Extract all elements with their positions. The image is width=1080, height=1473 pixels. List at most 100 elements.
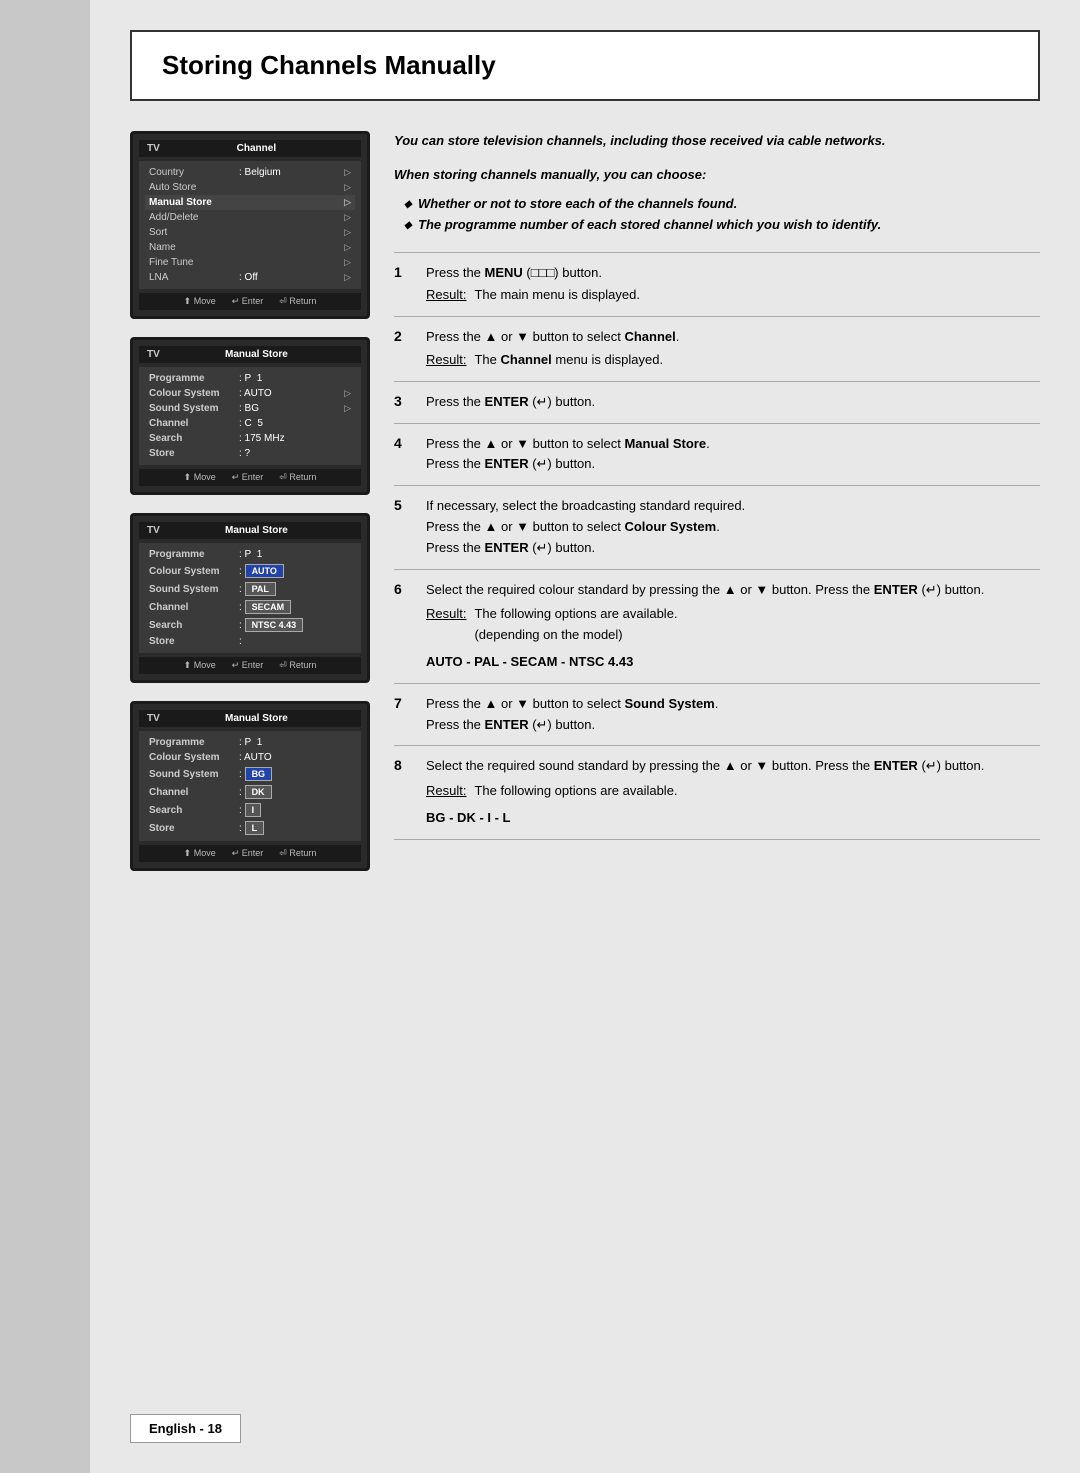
tv-footer-4: ⬆ Move ↵ Enter ⏎ Return	[139, 845, 361, 862]
tv-row: Colour System : AUTO	[145, 562, 355, 580]
step-6: 6 Select the required colour standard by…	[394, 569, 1040, 683]
step-number: 6	[394, 580, 414, 673]
tv-screen-4: TV Manual Store Programme : P 1 Colour S…	[130, 701, 370, 871]
step-number: 2	[394, 327, 414, 371]
tv-row: Auto Store ▷	[145, 180, 355, 195]
result-label: Result:	[426, 350, 466, 371]
colour-option-pal: PAL	[245, 582, 276, 596]
colour-options: AUTO - PAL - SECAM - NTSC 4.43	[426, 652, 1040, 673]
tv-row: Store :	[145, 634, 355, 649]
step-3: 3 Press the ENTER (↵) button.	[394, 381, 1040, 423]
tv-body-2: Programme : P 1 Colour System : AUTO ▷ S…	[139, 367, 361, 465]
step-content: Select the required sound standard by pr…	[426, 756, 1040, 828]
sound-option-l: L	[245, 821, 265, 835]
intro-text: You can store television channels, inclu…	[394, 131, 1040, 151]
tv-row: Programme : P 1	[145, 735, 355, 750]
step-content: Select the required colour standard by p…	[426, 580, 1040, 673]
instructions-column: You can store television channels, inclu…	[394, 131, 1040, 871]
tv-header-4: TV Manual Store	[139, 710, 361, 727]
two-column-layout: TV Channel Country : Belgium ▷ Auto Stor…	[130, 131, 1040, 871]
tv-body-1: Country : Belgium ▷ Auto Store ▷ Manual …	[139, 161, 361, 289]
tv-row: Colour System : AUTO	[145, 750, 355, 765]
tv-row-selected: Manual Store ▷	[145, 195, 355, 210]
tv-row: Channel : DK	[145, 783, 355, 801]
sound-option-i: I	[245, 803, 262, 817]
tv-row: Channel : C 5	[145, 416, 355, 431]
page-footer: English - 18	[130, 1414, 241, 1443]
colour-option-secam: SECAM	[245, 600, 292, 614]
title-box: Storing Channels Manually	[130, 30, 1040, 101]
tv-row: Search : NTSC 4.43	[145, 616, 355, 634]
step-1: 1 Press the MENU (□□□) button. Result: T…	[394, 252, 1040, 317]
step-number: 5	[394, 496, 414, 558]
step-number: 4	[394, 434, 414, 476]
tv-row: Search : 175 MHz	[145, 431, 355, 446]
menu-title-2: Manual Store	[160, 349, 353, 360]
tv-row: Store : L	[145, 819, 355, 837]
bullet-item: Whether or not to store each of the chan…	[404, 194, 1040, 215]
tv-row: Programme : P 1	[145, 371, 355, 386]
tv-row: Fine Tune ▷	[145, 255, 355, 270]
tv-label-3: TV	[147, 525, 160, 536]
tv-row: Store : ?	[145, 446, 355, 461]
tv-header-2: TV Manual Store	[139, 346, 361, 363]
bullet-list: Whether or not to store each of the chan…	[394, 194, 1040, 236]
left-sidebar	[0, 0, 90, 1473]
bullet-item: The programme number of each stored chan…	[404, 215, 1040, 236]
step-number: 1	[394, 263, 414, 307]
tv-footer-3: ⬆ Move ↵ Enter ⏎ Return	[139, 657, 361, 674]
step-number: 3	[394, 392, 414, 413]
tv-row: Colour System : AUTO ▷	[145, 386, 355, 401]
menu-title-3: Manual Store	[160, 525, 353, 536]
step-content: Press the MENU (□□□) button. Result: The…	[426, 263, 1040, 307]
tv-header-1: TV Channel	[139, 140, 361, 157]
step-content: Press the ▲ or ▼ button to select Sound …	[426, 694, 1040, 736]
tv-footer-1: ⬆ Move ↵ Enter ⏎ Return	[139, 293, 361, 310]
step-4: 4 Press the ▲ or ▼ button to select Manu…	[394, 423, 1040, 486]
screens-column: TV Channel Country : Belgium ▷ Auto Stor…	[130, 131, 370, 871]
step-7: 7 Press the ▲ or ▼ button to select Soun…	[394, 683, 1040, 746]
tv-label-4: TV	[147, 713, 160, 724]
page-number: English - 18	[149, 1421, 222, 1436]
step-number: 8	[394, 756, 414, 828]
tv-footer-2: ⬆ Move ↵ Enter ⏎ Return	[139, 469, 361, 486]
tv-row: Sort ▷	[145, 225, 355, 240]
result-text: The Channel menu is displayed.	[474, 350, 663, 371]
result-text: The following options are available.(dep…	[474, 604, 677, 646]
step-5: 5 If necessary, select the broadcasting …	[394, 485, 1040, 568]
step-8: 8 Select the required sound standard by …	[394, 745, 1040, 839]
steps-list: 1 Press the MENU (□□□) button. Result: T…	[394, 252, 1040, 840]
result-text: The following options are available.	[474, 781, 677, 802]
sound-options: BG - DK - I - L	[426, 808, 1040, 829]
tv-row: Search : I	[145, 801, 355, 819]
step-number: 7	[394, 694, 414, 736]
colour-option-ntsc: NTSC 4.43	[245, 618, 304, 632]
tv-row: Name ▷	[145, 240, 355, 255]
colour-option-auto: AUTO	[245, 564, 284, 578]
tv-row: Sound System : BG ▷	[145, 401, 355, 416]
tv-row: Sound System : BG	[145, 765, 355, 783]
result-label: Result:	[426, 604, 466, 646]
step-2: 2 Press the ▲ or ▼ button to select Chan…	[394, 316, 1040, 381]
tv-label-2: TV	[147, 349, 160, 360]
tv-screen-3: TV Manual Store Programme : P 1 Colour S…	[130, 513, 370, 683]
tv-screen-2: TV Manual Store Programme : P 1 Colour S…	[130, 337, 370, 495]
tv-row: LNA : Off ▷	[145, 270, 355, 285]
result-label: Result:	[426, 285, 466, 306]
step-content: Press the ▲ or ▼ button to select Manual…	[426, 434, 1040, 476]
step-content: If necessary, select the broadcasting st…	[426, 496, 1040, 558]
page-title: Storing Channels Manually	[162, 50, 1008, 81]
result-label: Result:	[426, 781, 466, 802]
tv-header-3: TV Manual Store	[139, 522, 361, 539]
tv-row: Channel : SECAM	[145, 598, 355, 616]
menu-title-4: Manual Store	[160, 713, 353, 724]
tv-body-4: Programme : P 1 Colour System : AUTO Sou…	[139, 731, 361, 841]
tv-body-3: Programme : P 1 Colour System : AUTO Sou…	[139, 543, 361, 653]
sound-option-dk: DK	[245, 785, 272, 799]
tv-screen-1: TV Channel Country : Belgium ▷ Auto Stor…	[130, 131, 370, 319]
subheading-text: When storing channels manually, you can …	[394, 165, 1040, 185]
result-text: The main menu is displayed.	[474, 285, 639, 306]
tv-row: Programme : P 1	[145, 547, 355, 562]
step-content: Press the ENTER (↵) button.	[426, 392, 1040, 413]
tv-label-1: TV	[147, 143, 160, 154]
